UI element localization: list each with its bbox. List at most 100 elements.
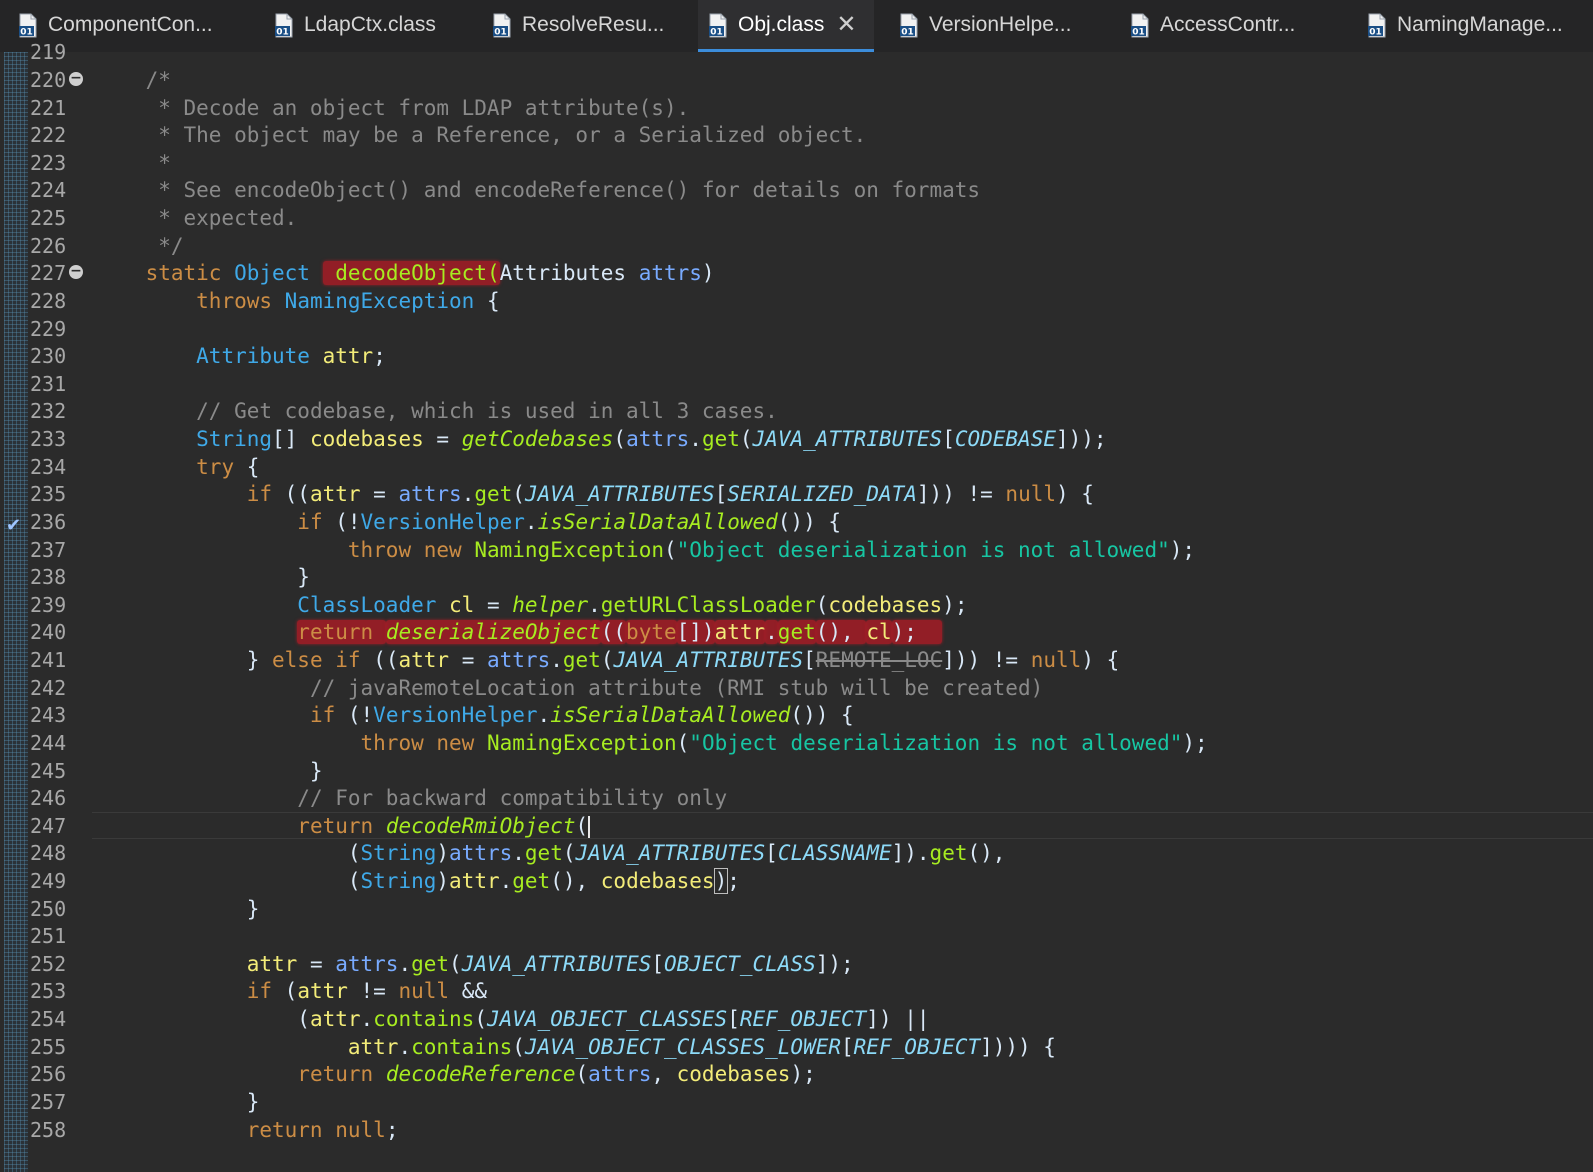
- code-token: get: [474, 482, 513, 507]
- class-file-icon: 01: [274, 13, 294, 38]
- tab-label: ComponentCon...: [48, 13, 213, 36]
- line-number: 225: [30, 206, 67, 231]
- code-token: (: [512, 482, 525, 507]
- code-line: 240 return deserializeObject((byte[])att…: [0, 618, 1593, 646]
- code-token: attr: [309, 482, 361, 507]
- code-token: return: [297, 620, 386, 645]
- code-token: String: [196, 427, 273, 452]
- code-line: 233 String[] codebases = getCodebases(at…: [0, 425, 1593, 453]
- code-token: null: [1030, 648, 1082, 673]
- code-token: (: [95, 1007, 310, 1032]
- code-line: 242 // javaRemoteLocation attribute (RMI…: [0, 674, 1593, 702]
- code-token: get: [512, 868, 551, 893]
- code-token: helper: [512, 592, 589, 617]
- code-text: ClassLoader cl = helper.getURLClassLoade…: [95, 591, 967, 619]
- code-token: ;: [727, 868, 740, 893]
- code-token: attr: [297, 979, 348, 1004]
- code-token: new: [423, 537, 462, 562]
- line-number: 235: [30, 482, 67, 507]
- code-token: SERIALIZED_DATA: [727, 482, 917, 507]
- line-number: 248: [30, 841, 67, 866]
- code-text: * Decode an object from LDAP attribute(s…: [95, 94, 689, 122]
- code-token: &&: [449, 979, 487, 1004]
- tab-label: Obj.class: [738, 13, 825, 36]
- fold-collapse-icon[interactable]: −: [69, 71, 83, 86]
- code-text: }: [95, 895, 260, 923]
- code-token: (: [600, 648, 614, 673]
- code-text: (attr.contains(JAVA_OBJECT_CLASSES[REF_O…: [95, 1005, 930, 1033]
- code-token: throws: [196, 288, 273, 313]
- code-token: cl: [866, 620, 892, 645]
- line-number: 254: [30, 1007, 67, 1032]
- code-token: .: [499, 868, 513, 893]
- code-line: 229: [0, 315, 1593, 343]
- svg-text:01: 01: [494, 27, 507, 37]
- code-token: [: [727, 1007, 740, 1032]
- line-number: 219: [30, 40, 67, 64]
- code-text: Attribute attr;: [95, 342, 386, 370]
- line-number: 232: [30, 399, 67, 424]
- code-token: get: [524, 841, 563, 866]
- code-token: get: [701, 427, 740, 452]
- code-token: }: [95, 758, 323, 783]
- code-token: (: [562, 841, 576, 866]
- code-text: throws NamingException {: [95, 287, 499, 315]
- svg-text:01: 01: [276, 27, 289, 37]
- code-token: byte: [626, 620, 677, 645]
- code-editor[interactable]: 219 220− /* 221 * Decode an object from L…: [0, 40, 1593, 1172]
- line-number: 239: [30, 592, 67, 617]
- code-token: cl: [449, 592, 475, 617]
- code-token: );: [1182, 730, 1208, 755]
- code-text: (String)attr.get(), codebases);: [95, 867, 740, 895]
- line-number: 246: [30, 786, 67, 811]
- code-token: attrs: [626, 427, 690, 452]
- code-token: .: [524, 509, 538, 534]
- code-line: 226 */: [0, 232, 1593, 260]
- svg-text:01: 01: [901, 27, 914, 37]
- code-token: attrs: [335, 951, 399, 976]
- code-token: .: [588, 592, 601, 617]
- code-token: );: [942, 592, 968, 617]
- code-text: // For backward compatibility only: [95, 784, 727, 812]
- code-token: (: [272, 979, 298, 1004]
- code-token: else: [272, 648, 323, 673]
- code-token: (: [676, 730, 690, 755]
- code-token: );: [891, 620, 943, 645]
- code-token: ]) ||: [866, 1007, 930, 1032]
- line-number: 238: [30, 565, 67, 590]
- line-number: 244: [30, 730, 67, 755]
- code-token: ()) {: [777, 509, 841, 534]
- class-file-icon: 01: [18, 13, 38, 38]
- code-text: // javaRemoteLocation attribute (RMI stu…: [95, 674, 1043, 702]
- code-token: ,: [651, 1062, 677, 1087]
- code-token: (!: [322, 509, 361, 534]
- code-token: .: [537, 703, 551, 728]
- code-token: ()) {: [790, 703, 854, 728]
- code-text: }: [95, 563, 310, 591]
- close-icon[interactable]: ✕: [836, 13, 856, 37]
- svg-text:01: 01: [1369, 27, 1382, 37]
- code-token: [: [765, 841, 778, 866]
- code-token: if: [335, 648, 361, 673]
- code-text: [95, 315, 108, 343]
- code-line: 249 (String)attr.get(), codebases);: [0, 867, 1593, 895]
- code-token: []: [272, 427, 310, 452]
- code-token: decodeRmiObject: [385, 813, 576, 838]
- line-number: 222: [30, 123, 67, 148]
- code-token: * Decode an object from LDAP attribute(s…: [95, 95, 690, 120]
- code-token: (: [739, 427, 753, 452]
- code-token: if: [297, 509, 323, 534]
- fold-collapse-icon[interactable]: −: [69, 264, 83, 280]
- code-token: [: [942, 427, 955, 452]
- code-line: 241 } else if ((attr = attrs.get(JAVA_AT…: [0, 646, 1593, 674]
- code-token: .: [689, 427, 702, 452]
- code-line: 256 return decodeReference(attrs, codeba…: [0, 1060, 1593, 1088]
